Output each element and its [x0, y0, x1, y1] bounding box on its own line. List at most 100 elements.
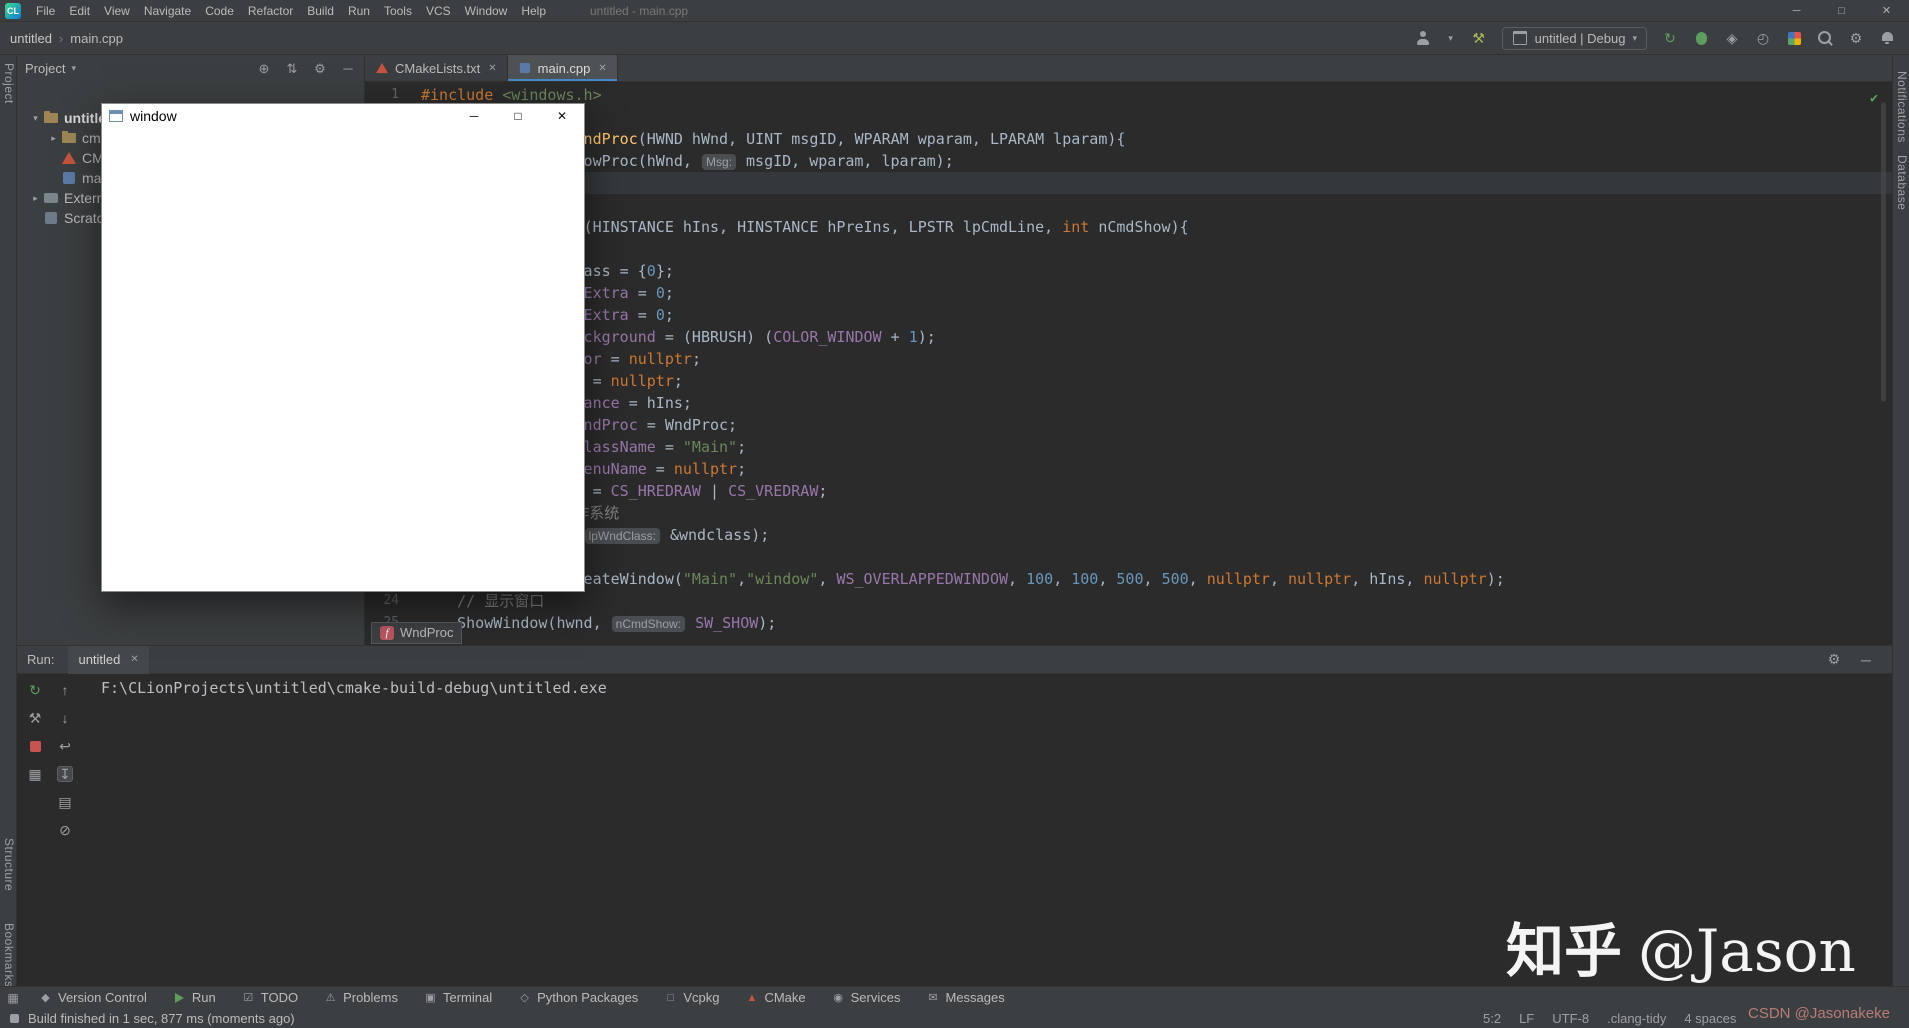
toolwindow-button-messages[interactable]: ✉Messages — [914, 987, 1018, 1008]
run-tab-untitled[interactable]: untitled ✕ — [68, 646, 148, 674]
close-icon[interactable]: ✕ — [1864, 0, 1909, 22]
locate-file-icon[interactable]: ⊕ — [256, 61, 272, 77]
toolwindow-button-python-packages[interactable]: ◇Python Packages — [505, 987, 651, 1008]
build-hammer-icon[interactable]: ⚒ — [1471, 30, 1487, 46]
menu-vcs[interactable]: VCS — [419, 0, 458, 22]
run-config-selector[interactable]: untitled | Debug▾ — [1502, 27, 1647, 50]
menu-view[interactable]: View — [97, 0, 137, 22]
tab-cmakelists-txt[interactable]: CMakeLists.txt✕ — [365, 55, 508, 81]
toolwindow-button-run[interactable]: Run — [160, 987, 229, 1008]
edit-configuration-icon[interactable]: ⚒ — [27, 710, 43, 726]
code-line[interactable]: 17 wndclass.lpszClassName = "Main"; — [365, 436, 1892, 458]
code-line[interactable]: 18 wndclass.lpszMenuName = nullptr; — [365, 458, 1892, 480]
scope-breadcrumb[interactable]: f WndProc — [371, 622, 462, 644]
toolwindow-button-todo[interactable]: ☑TODO — [229, 987, 311, 1008]
code-line[interactable]: 15 wndclass.hInstance = hIns; — [365, 392, 1892, 414]
menu-run[interactable]: Run — [341, 0, 377, 22]
code-line[interactable]: 24 // 显示窗口 — [365, 590, 1892, 612]
services-grid-icon[interactable] — [1786, 30, 1802, 46]
expand-arrow-icon[interactable]: ▸ — [45, 133, 62, 144]
toolwindow-button-cmake[interactable]: ▲CMake — [732, 987, 818, 1008]
code-line[interactable]: 6 — [365, 194, 1892, 216]
close-tab-icon[interactable]: ✕ — [488, 63, 496, 74]
code-line[interactable]: 10 wndclass.cbClsExtra = 0; — [365, 282, 1892, 304]
code-line[interactable]: 3LRESULT CALLBACK WndProc(HWND hWnd, UIN… — [365, 128, 1892, 150]
toolwindow-button-terminal[interactable]: ▣Terminal — [411, 987, 505, 1008]
status-indicator-icon[interactable] — [10, 1014, 19, 1023]
toolwindow-button-services[interactable]: ◉Services — [819, 987, 914, 1008]
menu-build[interactable]: Build — [300, 0, 341, 22]
menu-tools[interactable]: Tools — [377, 0, 419, 22]
tool-window-switcher-icon[interactable]: ▦ — [0, 991, 26, 1005]
scroll-to-end-icon[interactable]: ↧ — [57, 766, 73, 782]
code-line[interactable]: 22 // 创建一个窗口 — [365, 546, 1892, 568]
coverage-icon[interactable]: ◈ — [1724, 30, 1740, 46]
console-output[interactable]: F:\CLionProjects\untitled\cmake-build-de… — [101, 679, 607, 697]
expand-arrow-icon[interactable]: ▾ — [27, 113, 44, 124]
chevron-down-icon[interactable]: ▾ — [71, 63, 76, 74]
file-encoding[interactable]: UTF-8 — [1552, 1011, 1589, 1026]
sort-icon[interactable]: ⇅ — [284, 61, 300, 77]
toolwindow-button-version-control[interactable]: ◆Version Control — [26, 987, 160, 1008]
minimize-icon[interactable]: ─ — [452, 104, 496, 128]
code-line[interactable]: 19 wndclass.style = CS_HREDRAW | CS_VRED… — [365, 480, 1892, 502]
breadcrumb-file[interactable]: main.cpp — [70, 31, 123, 46]
code-line[interactable]: 14 wndclass.hIcon = nullptr; — [365, 370, 1892, 392]
tab-main-cpp[interactable]: main.cpp✕ — [508, 55, 618, 81]
expand-arrow-icon[interactable]: ▸ — [27, 193, 44, 204]
code-line[interactable]: 16 wndclass.lpfnWndProc = WndProc; — [365, 414, 1892, 436]
inspection-profile[interactable]: .clang-tidy — [1607, 1011, 1666, 1026]
rerun-icon[interactable]: ↻ — [27, 682, 43, 698]
maximize-icon[interactable]: □ — [1819, 0, 1864, 22]
code-line[interactable]: 8 — [365, 238, 1892, 260]
debug-bug-icon[interactable] — [1693, 30, 1709, 46]
editor-scrollbar[interactable] — [1881, 102, 1886, 402]
settings-gear-icon[interactable]: ⚙ — [312, 61, 328, 77]
stripe-project-button[interactable]: Project — [2, 63, 16, 104]
toolwindow-button-problems[interactable]: ⚠Problems — [311, 987, 411, 1008]
close-icon[interactable]: ✕ — [540, 104, 584, 128]
breadcrumb-project[interactable]: untitled — [10, 31, 52, 46]
menu-help[interactable]: Help — [514, 0, 553, 22]
maximize-icon[interactable]: □ — [496, 104, 540, 128]
settings-gear-icon[interactable]: ⚙ — [1848, 30, 1864, 46]
hide-panel-icon[interactable]: ─ — [1858, 652, 1874, 668]
code-editor[interactable]: 1#include <windows.h>23LRESULT CALLBACK … — [365, 82, 1892, 645]
settings-gear-icon[interactable]: ⚙ — [1826, 652, 1842, 668]
code-line[interactable]: 7int WINAPI WinMain(HINSTANCE hIns, HINS… — [365, 216, 1892, 238]
rerun-icon[interactable]: ↻ — [1662, 30, 1678, 46]
code-line[interactable]: 4 return DefWindowProc(hWnd, Msg: msgID,… — [365, 150, 1892, 172]
notifications-bell-icon[interactable] — [1879, 30, 1895, 46]
stripe-notifications-button[interactable]: Notifications — [1895, 71, 1909, 143]
menu-code[interactable]: Code — [198, 0, 241, 22]
inspection-ok-icon[interactable]: ✔ — [1870, 88, 1878, 110]
clear-all-icon[interactable]: ⊘ — [57, 822, 73, 838]
code-line[interactable]: 12 wndclass.hbrBackground = (HBRUSH) (CO… — [365, 326, 1892, 348]
code-line[interactable]: 9 WNDCLASS wndclass = {0}; — [365, 260, 1892, 282]
toolwindow-button-vcpkg[interactable]: □Vcpkg — [651, 987, 732, 1008]
code-line[interactable]: 13 wndclass.hCursor = nullptr; — [365, 348, 1892, 370]
search-icon[interactable] — [1817, 30, 1833, 46]
profiler-icon[interactable]: ◴ — [1755, 30, 1771, 46]
code-line[interactable]: 25 ShowWindow(hwnd, nCmdShow: SW_SHOW); — [365, 612, 1892, 634]
user-icon[interactable] — [1415, 30, 1431, 46]
popup-title-bar[interactable]: window ─□✕ — [102, 104, 584, 128]
soft-wrap-icon[interactable]: ↩ — [57, 738, 73, 754]
restore-layout-icon[interactable]: ▦ — [27, 766, 43, 782]
menu-edit[interactable]: Edit — [62, 0, 97, 22]
menu-refactor[interactable]: Refactor — [241, 0, 300, 22]
code-line[interactable]: 2 — [365, 106, 1892, 128]
win32-app-window[interactable]: window ─□✕ — [101, 103, 585, 592]
code-line[interactable]: 1#include <windows.h> — [365, 84, 1892, 106]
menu-window[interactable]: Window — [458, 0, 515, 22]
code-line[interactable]: 21 RegisterClass(lpWndClass: &wndclass); — [365, 524, 1892, 546]
line-separator[interactable]: LF — [1519, 1011, 1534, 1026]
code-line[interactable]: 5} — [365, 172, 1892, 194]
status-message[interactable]: Build finished in 1 sec, 877 ms (moments… — [28, 1011, 295, 1026]
caret-position[interactable]: 5:2 — [1483, 1011, 1501, 1026]
code-line[interactable]: 11 wndclass.cbWndExtra = 0; — [365, 304, 1892, 326]
minimize-icon[interactable]: ─ — [1774, 0, 1819, 22]
close-tab-icon[interactable]: ✕ — [130, 654, 138, 665]
down-stack-trace-icon[interactable]: ↓ — [57, 710, 73, 726]
stripe-bookmarks-button[interactable]: Bookmarks — [2, 923, 16, 988]
